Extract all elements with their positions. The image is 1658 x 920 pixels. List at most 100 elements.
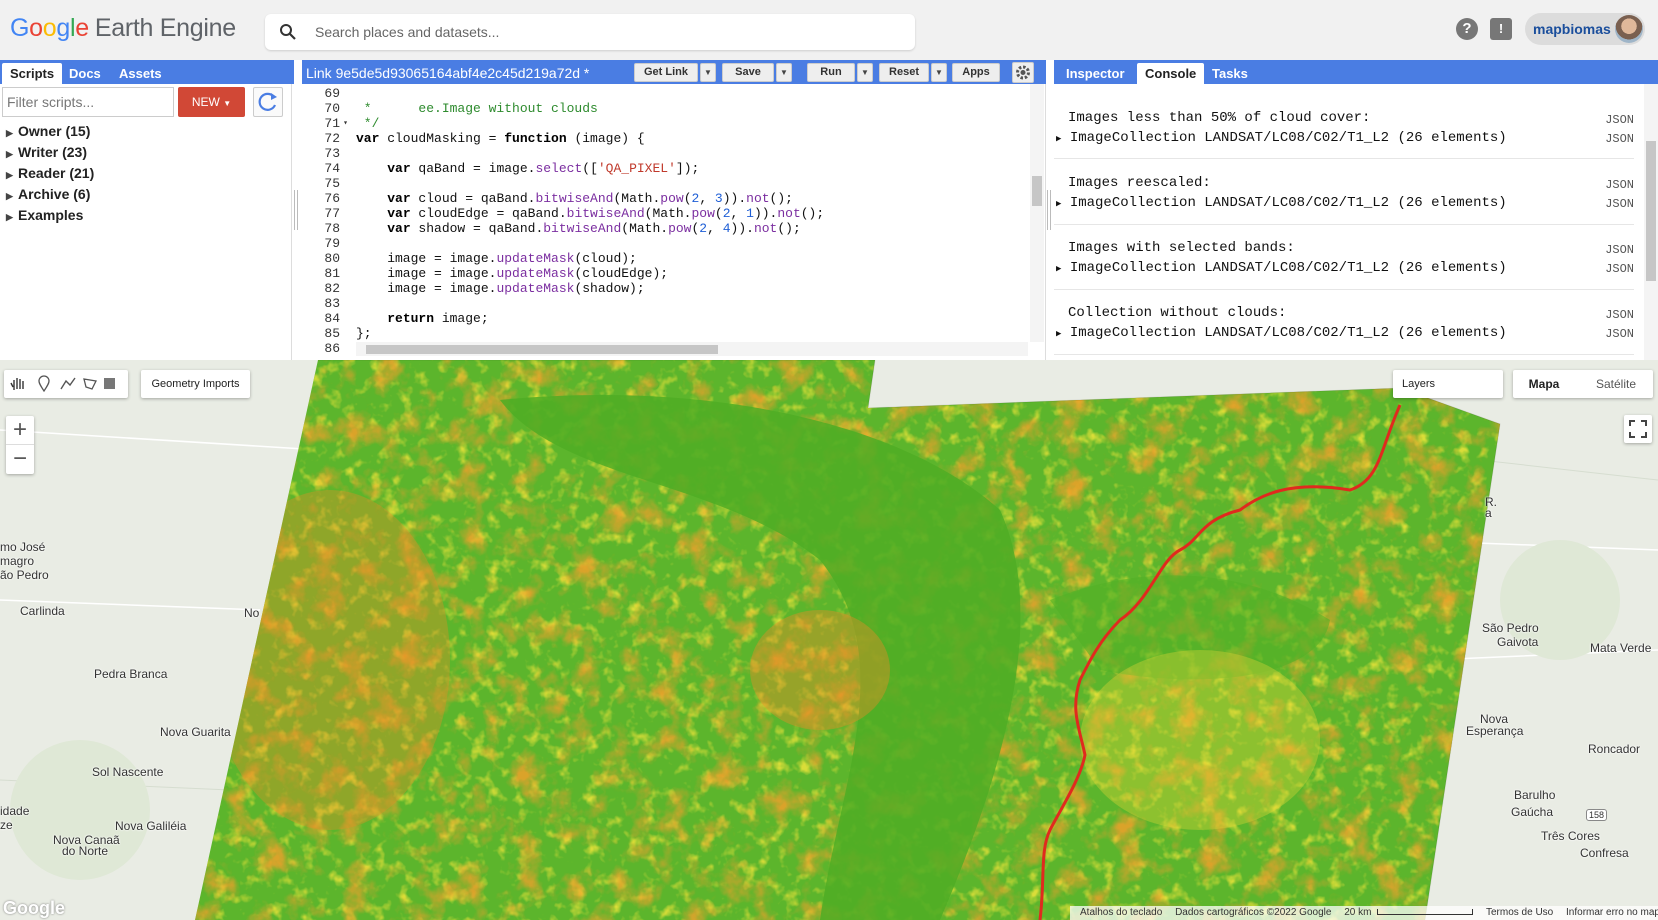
line-tool-icon[interactable] bbox=[60, 377, 76, 390]
marker-tool-icon[interactable] bbox=[38, 375, 50, 393]
run-dropdown[interactable]: ▼ bbox=[857, 63, 873, 82]
geometry-imports-button[interactable]: Geometry Imports bbox=[141, 370, 250, 398]
console-log-title: Images reescaled: bbox=[1068, 175, 1211, 191]
scroll-thumb[interactable] bbox=[1032, 176, 1042, 206]
reset-button[interactable]: Reset bbox=[879, 63, 929, 82]
script-tree: ▶ Owner (15) ▶ Writer (23) ▶ Reader (21) ▶ A… bbox=[6, 122, 94, 227]
keyboard-shortcuts-link[interactable]: Atalhos do teclado bbox=[1080, 907, 1162, 918]
filter-scripts-input[interactable] bbox=[2, 87, 174, 117]
zoom-in-button[interactable]: + bbox=[6, 416, 34, 445]
console-log-title: Images less than 50% of cloud cover: bbox=[1068, 110, 1371, 126]
chevron-down-icon: ▼ bbox=[935, 68, 943, 77]
zoom-out-button[interactable]: − bbox=[6, 445, 34, 474]
scroll-thumb[interactable] bbox=[366, 345, 718, 354]
line-number: 82 bbox=[324, 281, 340, 296]
editor-header: Link 9e5de5d93065164abf4e2c45d219a72d * … bbox=[302, 60, 1046, 84]
rectangle-tool-icon[interactable] bbox=[104, 378, 115, 389]
search-box[interactable] bbox=[265, 14, 915, 50]
json-link[interactable]: JSON bbox=[1605, 178, 1634, 192]
json-link[interactable]: JSON bbox=[1605, 262, 1634, 276]
json-link[interactable]: JSON bbox=[1605, 308, 1634, 322]
tab-assets[interactable]: Assets bbox=[111, 63, 170, 84]
fold-icon[interactable]: ▾ bbox=[343, 116, 348, 131]
tab-inspector[interactable]: Inspector bbox=[1058, 63, 1133, 84]
tab-console[interactable]: Console bbox=[1137, 63, 1205, 84]
map-attribution: Atalhos do teclado Dados cartográficos ©… bbox=[1070, 906, 1658, 920]
code-text[interactable]: * ee.Image without clouds */var cloudMas… bbox=[356, 86, 1016, 344]
line-number: 73 bbox=[324, 146, 340, 161]
terms-link[interactable]: Termos de Uso bbox=[1486, 907, 1553, 918]
tree-item-writer[interactable]: ▶ Writer (23) bbox=[6, 143, 94, 164]
divider bbox=[1054, 158, 1634, 159]
settings-button[interactable] bbox=[1012, 62, 1034, 83]
save-button[interactable]: Save bbox=[722, 63, 774, 82]
place-label: Três Cores bbox=[1541, 829, 1600, 843]
map-type-satellite[interactable]: Satélite bbox=[1579, 370, 1653, 398]
json-link[interactable]: JSON bbox=[1605, 243, 1634, 257]
tab-tasks[interactable]: Tasks bbox=[1204, 63, 1256, 84]
feedback-icon[interactable]: ! bbox=[1490, 18, 1512, 40]
map-view[interactable]: Geometry Imports + − Layers Mapa Satélit… bbox=[0, 360, 1658, 920]
line-number: 69 bbox=[324, 86, 340, 101]
console-scrollbar[interactable] bbox=[1644, 84, 1658, 360]
code-editor[interactable]: 69 70 71 ▾ 72 73 74 75 76 77 78 79 80 81 … bbox=[300, 84, 1046, 360]
refresh-button[interactable] bbox=[253, 87, 283, 117]
tree-item-label: Reader (21) bbox=[18, 165, 95, 181]
console-log-title: Collection without clouds: bbox=[1068, 305, 1287, 321]
layers-button[interactable]: Layers bbox=[1393, 370, 1503, 398]
map-type-mapa[interactable]: Mapa bbox=[1513, 370, 1575, 398]
fullscreen-icon bbox=[1629, 420, 1647, 438]
editor-horizontal-scrollbar[interactable] bbox=[356, 342, 1028, 356]
json-link[interactable]: JSON bbox=[1605, 327, 1634, 341]
tree-item-owner[interactable]: ▶ Owner (15) bbox=[6, 122, 94, 143]
line-number: 78 bbox=[324, 221, 340, 236]
get-link-button[interactable]: Get Link bbox=[634, 63, 698, 82]
search-input[interactable] bbox=[315, 14, 895, 50]
code-line: var cloudEdge = qaBand.bitwiseAnd(Math.p… bbox=[387, 206, 825, 221]
script-title[interactable]: Link 9e5de5d93065164abf4e2c45d219a72d * bbox=[306, 63, 589, 83]
place-label: Pedra Branca bbox=[94, 667, 168, 681]
line-number: 84 bbox=[324, 311, 340, 326]
apps-button[interactable]: Apps bbox=[952, 63, 1000, 82]
run-button[interactable]: Run bbox=[807, 63, 855, 82]
earth-engine-logo[interactable]: Google Earth Engine bbox=[10, 14, 236, 43]
reset-dropdown[interactable]: ▼ bbox=[931, 63, 947, 82]
tab-docs[interactable]: Docs bbox=[61, 63, 109, 84]
fullscreen-button[interactable] bbox=[1624, 415, 1652, 443]
place-label: mo José bbox=[0, 540, 46, 554]
tree-item-archive[interactable]: ▶ Archive (6) bbox=[6, 185, 94, 206]
console-log-entry[interactable]: ▶ ImageCollection LANDSAT/LC08/C02/T1_L2… bbox=[1056, 323, 1507, 344]
refresh-icon bbox=[258, 92, 277, 111]
new-button[interactable]: NEW ▼ bbox=[178, 87, 245, 117]
report-error-link[interactable]: Informar erro no mapa bbox=[1566, 907, 1658, 918]
user-account-chip[interactable]: mapbiomas bbox=[1525, 13, 1645, 45]
line-number: 81 bbox=[324, 266, 340, 281]
place-label: Nova Guarita bbox=[160, 725, 231, 739]
tree-item-reader[interactable]: ▶ Reader (21) bbox=[6, 164, 94, 185]
hand-tool-icon[interactable] bbox=[10, 378, 24, 390]
console-log-entry[interactable]: ▶ ImageCollection LANDSAT/LC08/C02/T1_L2… bbox=[1056, 193, 1507, 214]
save-dropdown[interactable]: ▼ bbox=[776, 63, 792, 82]
console-log-entry[interactable]: ▶ ImageCollection LANDSAT/LC08/C02/T1_L2… bbox=[1056, 258, 1507, 279]
scroll-thumb[interactable] bbox=[1646, 141, 1656, 281]
right-splitter-handle[interactable] bbox=[1047, 190, 1053, 230]
json-link[interactable]: JSON bbox=[1605, 197, 1634, 211]
place-label: Carlinda bbox=[20, 604, 65, 618]
help-icon[interactable]: ? bbox=[1456, 18, 1478, 40]
json-link[interactable]: JSON bbox=[1605, 132, 1634, 146]
get-link-dropdown[interactable]: ▼ bbox=[700, 63, 716, 82]
line-number: 71 ▾ bbox=[324, 116, 348, 131]
scale-bar bbox=[1377, 909, 1474, 916]
tree-item-examples[interactable]: ▶ Examples bbox=[6, 206, 94, 227]
tree-item-label: Archive (6) bbox=[18, 186, 91, 202]
console-log-entry[interactable]: ▶ ImageCollection LANDSAT/LC08/C02/T1_L2… bbox=[1056, 128, 1507, 149]
line-number: 75 bbox=[324, 176, 340, 191]
polygon-tool-icon[interactable] bbox=[83, 378, 97, 390]
code-line: var cloud = qaBand.bitwiseAnd(Math.pow(2… bbox=[387, 191, 793, 206]
editor-vertical-scrollbar[interactable] bbox=[1030, 84, 1044, 342]
tab-scripts[interactable]: Scripts bbox=[2, 63, 63, 84]
line-number: 80 bbox=[324, 251, 340, 266]
json-link[interactable]: JSON bbox=[1605, 113, 1634, 127]
